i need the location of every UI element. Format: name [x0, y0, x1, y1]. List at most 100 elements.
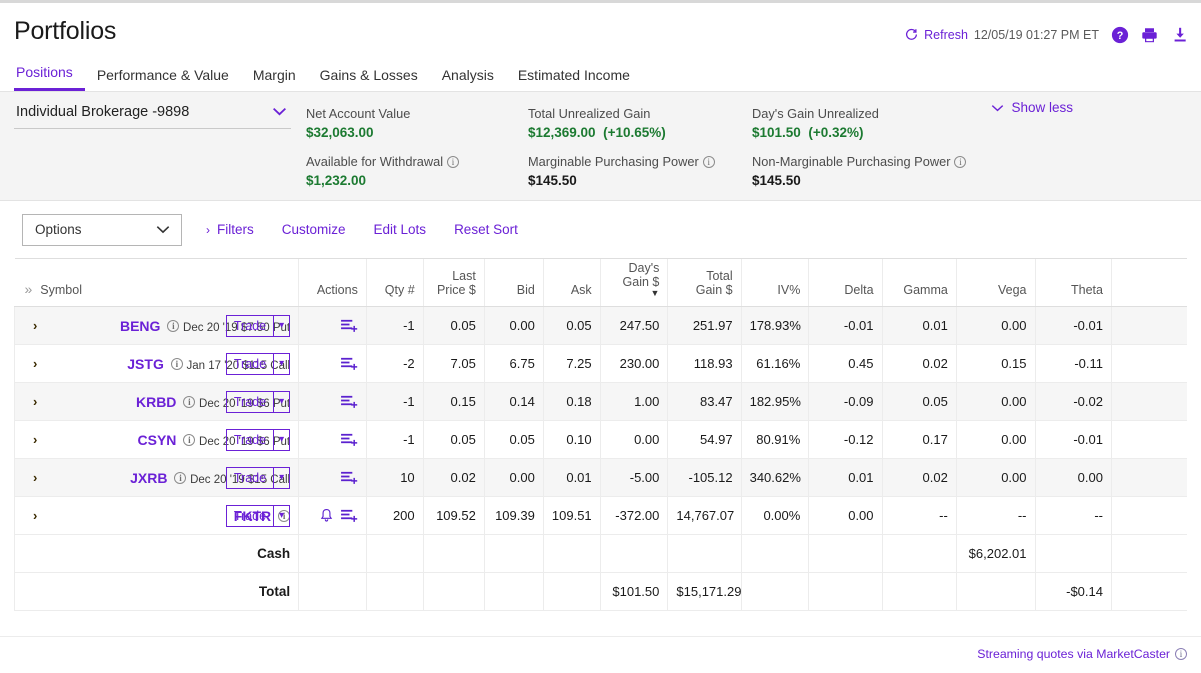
info-icon[interactable]: i: [183, 434, 195, 446]
symbol-link[interactable]: CSYNi: [138, 432, 196, 448]
chevron-down-icon[interactable]: ▾: [273, 468, 289, 488]
reset-sort-button[interactable]: Reset Sort: [440, 222, 532, 237]
refresh-button[interactable]: Refresh 12/05/19 01:27 PM ET: [905, 28, 1099, 42]
add-to-list-icon[interactable]: [341, 508, 358, 523]
tab-gains-losses[interactable]: Gains & Losses: [308, 61, 430, 91]
table-row: › CSYNi Dec 20 '19 $6 Put Trade ▾: [15, 421, 1188, 459]
column-header-iv[interactable]: IV%: [741, 259, 809, 307]
add-to-list-icon[interactable]: [341, 318, 358, 333]
chevron-down-icon[interactable]: ▾: [273, 506, 289, 526]
info-icon[interactable]: i: [183, 396, 195, 408]
column-header-theta[interactable]: Theta: [1035, 259, 1111, 307]
cell-last-price: 0.15: [423, 383, 484, 421]
trade-label[interactable]: Trade: [227, 468, 273, 488]
summary-stats: Net Account Value $32,063.00 Total Unrea…: [306, 106, 992, 188]
expand-row-icon[interactable]: ›: [23, 508, 51, 523]
add-to-list-icon[interactable]: [341, 356, 358, 371]
header-actions: Refresh 12/05/19 01:27 PM ET ?: [905, 25, 1189, 44]
chevron-right-icon: ›: [206, 223, 210, 237]
chevron-down-icon: [156, 222, 170, 237]
edit-lots-button[interactable]: Edit Lots: [360, 222, 441, 237]
column-header-last-price[interactable]: LastPrice $: [423, 259, 484, 307]
cell-spacer: [1111, 573, 1187, 611]
symbol-link[interactable]: KRBDi: [136, 394, 195, 410]
alert-bell-icon[interactable]: [320, 508, 333, 523]
column-header-gamma[interactable]: Gamma: [882, 259, 956, 307]
trade-button[interactable]: Trade ▾: [226, 315, 290, 337]
symbol-link[interactable]: BENGi: [120, 318, 179, 334]
expand-row-icon[interactable]: ›: [23, 356, 51, 371]
tab-performance-value[interactable]: Performance & Value: [85, 61, 241, 91]
column-header-ask[interactable]: Ask: [543, 259, 600, 307]
column-header-total-gain[interactable]: TotalGain $: [668, 259, 741, 307]
view-select[interactable]: Options: [22, 214, 182, 246]
cell-spacer: [1111, 459, 1187, 497]
info-icon[interactable]: i: [174, 472, 186, 484]
show-less-toggle[interactable]: Show less: [991, 100, 1073, 115]
tab-positions[interactable]: Positions: [14, 58, 85, 91]
chevron-down-icon[interactable]: ▾: [273, 430, 289, 450]
stat-value: $145.50: [528, 173, 577, 188]
cell-spacer: [1111, 497, 1187, 535]
tab-analysis[interactable]: Analysis: [430, 61, 506, 91]
trade-label[interactable]: Trade: [227, 392, 273, 412]
trade-button[interactable]: Trade ▾: [226, 467, 290, 489]
add-to-list-icon[interactable]: [341, 394, 358, 409]
help-icon[interactable]: ?: [1110, 25, 1129, 44]
column-label-line2: Gain $: [623, 275, 660, 289]
chevron-down-icon[interactable]: ▾: [273, 354, 289, 374]
add-to-list-icon[interactable]: [341, 470, 358, 485]
filters-button[interactable]: › Filters: [206, 222, 268, 237]
column-label: Theta: [1071, 283, 1103, 297]
column-header-qty[interactable]: Qty #: [366, 259, 423, 307]
symbol-link[interactable]: JXRBi: [130, 470, 186, 486]
column-header-days-gain[interactable]: Day'sGain $ ▼: [600, 259, 668, 307]
customize-button[interactable]: Customize: [268, 222, 360, 237]
cell-gamma: 0.01: [882, 307, 956, 345]
trade-label[interactable]: Trade: [227, 354, 273, 374]
trade-button[interactable]: Trade ▾: [226, 429, 290, 451]
account-name: Individual Brokerage -9898: [16, 104, 189, 120]
add-to-list-icon[interactable]: [341, 432, 358, 447]
expand-row-icon[interactable]: ›: [23, 394, 51, 409]
expand-row-icon[interactable]: ›: [23, 470, 51, 485]
cell-bid: 0.00: [484, 459, 543, 497]
stat-available-for-withdrawal: Available for Withdrawal i $1,232.00: [306, 154, 528, 188]
cell-symbol: › KRBDi Dec 20 '19 $6 Put Trade ▾: [15, 383, 299, 421]
info-icon[interactable]: i: [171, 358, 183, 370]
cell-actions: [299, 345, 367, 383]
column-header-bid[interactable]: Bid: [484, 259, 543, 307]
expand-row-icon[interactable]: ›: [23, 318, 51, 333]
trade-button[interactable]: Trade ▾: [226, 505, 290, 527]
tab-bar: Positions Performance & Value Margin Gai…: [14, 58, 642, 91]
info-icon[interactable]: i: [703, 156, 715, 168]
account-selector[interactable]: Individual Brokerage -9898: [14, 104, 291, 129]
cell-actions: [299, 573, 367, 611]
tab-estimated-income[interactable]: Estimated Income: [506, 61, 642, 91]
expand-row-icon[interactable]: ›: [23, 432, 51, 447]
download-icon[interactable]: [1170, 25, 1189, 44]
chevron-down-icon[interactable]: ▾: [273, 392, 289, 412]
tab-margin[interactable]: Margin: [241, 61, 308, 91]
cell-last-price: 109.52: [423, 497, 484, 535]
info-icon[interactable]: i: [167, 320, 179, 332]
expand-all-icon[interactable]: »: [25, 281, 31, 297]
info-icon[interactable]: i: [1175, 648, 1187, 660]
symbol-link[interactable]: JSTGi: [127, 356, 183, 372]
info-icon[interactable]: i: [447, 156, 459, 168]
column-header-symbol[interactable]: »Symbol: [15, 259, 299, 307]
trade-label[interactable]: Trade: [227, 430, 273, 450]
trade-button[interactable]: Trade ▾: [226, 353, 290, 375]
chevron-down-icon[interactable]: ▾: [273, 316, 289, 336]
cell-theta: [1035, 535, 1111, 573]
trade-label[interactable]: Trade: [227, 506, 273, 526]
streaming-quotes-note[interactable]: Streaming quotes via MarketCaster i: [977, 647, 1187, 661]
column-header-vega[interactable]: Vega: [956, 259, 1035, 307]
column-label: Delta: [844, 283, 873, 297]
info-icon[interactable]: i: [954, 156, 966, 168]
portfolios-page: Portfolios Refresh 12/05/19 01:27 PM ET …: [0, 0, 1201, 673]
column-header-delta[interactable]: Delta: [809, 259, 882, 307]
print-icon[interactable]: [1140, 25, 1159, 44]
trade-label[interactable]: Trade: [227, 316, 273, 336]
trade-button[interactable]: Trade ▾: [226, 391, 290, 413]
